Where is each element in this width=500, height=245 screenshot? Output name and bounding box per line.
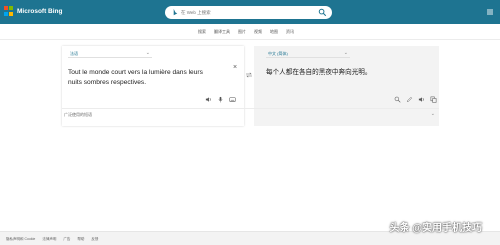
magnify-icon[interactable] <box>394 96 401 103</box>
chevron-down-icon: ⌄ <box>145 50 150 56</box>
footer-link-help[interactable]: 帮助 <box>77 237 84 242</box>
source-toolbar <box>205 96 236 103</box>
nav-item-translator[interactable]: 翻译工具 <box>214 29 230 35</box>
microsoft-logo-icon <box>4 6 14 16</box>
target-toolbar <box>394 96 437 103</box>
search-icon[interactable] <box>318 8 327 17</box>
brand-name: Microsoft Bing <box>17 7 63 15</box>
watermark: 头条 @实用手机技巧 <box>389 223 482 234</box>
nav-item-news[interactable]: 资讯 <box>286 29 294 35</box>
nav-divider <box>0 39 500 40</box>
search-input[interactable] <box>181 8 311 17</box>
swap-languages-icon[interactable] <box>245 71 253 79</box>
phrase-status: 广泛使用的短语 <box>64 112 92 117</box>
footer-links: 隐私声明和 Cookie 法律声明 广告 帮助 反馈 <box>6 237 98 242</box>
nav-bar: 搜索 翻译工具 图片 视频 地图 资讯 <box>198 29 294 35</box>
source-text-input[interactable]: Tout le monde court vers la lumière dans… <box>68 68 218 87</box>
brand[interactable]: Microsoft Bing <box>4 6 63 16</box>
footer-link-ads[interactable]: 广告 <box>63 237 70 242</box>
footer-link-privacy[interactable]: 隐私声明和 Cookie <box>6 237 35 242</box>
target-language-select[interactable]: 中文 (简体) ⌄ <box>266 50 350 58</box>
target-language-label: 中文 (简体) <box>268 51 288 56</box>
menu-icon[interactable] <box>486 8 494 16</box>
target-panel: 中文 (简体) ⌄ 每个人都在各自的黑夜中奔向光明。 <box>254 46 439 126</box>
nav-item-videos[interactable]: 视频 <box>254 29 262 35</box>
top-header: Microsoft Bing <box>0 0 500 24</box>
clear-icon[interactable]: × <box>233 64 237 71</box>
copy-icon[interactable] <box>430 96 437 103</box>
chevron-down-icon[interactable]: ⌄ <box>431 111 435 117</box>
footer-link-feedback[interactable]: 反馈 <box>91 237 98 242</box>
footer-link-legal[interactable]: 法律声明 <box>42 237 56 242</box>
source-language-select[interactable]: 法语 ⌄ <box>68 50 152 58</box>
search-box[interactable] <box>165 6 332 19</box>
speaker-icon[interactable] <box>205 96 212 103</box>
translator: 法语 ⌄ Tout le monde court vers la lumière… <box>62 46 439 126</box>
nav-item-maps[interactable]: 地图 <box>270 29 278 35</box>
status-divider <box>62 108 439 109</box>
bing-b-icon <box>173 8 178 16</box>
microphone-icon[interactable] <box>217 96 224 103</box>
translated-text: 每个人都在各自的黑夜中奔向光明。 <box>266 69 372 76</box>
chevron-down-icon: ⌄ <box>343 50 348 56</box>
edit-icon[interactable] <box>406 96 413 103</box>
keyboard-icon[interactable] <box>229 96 236 103</box>
nav-item-images[interactable]: 图片 <box>238 29 246 35</box>
speaker-icon[interactable] <box>418 96 425 103</box>
source-language-label: 法语 <box>70 51 78 56</box>
nav-item-search[interactable]: 搜索 <box>198 29 206 35</box>
